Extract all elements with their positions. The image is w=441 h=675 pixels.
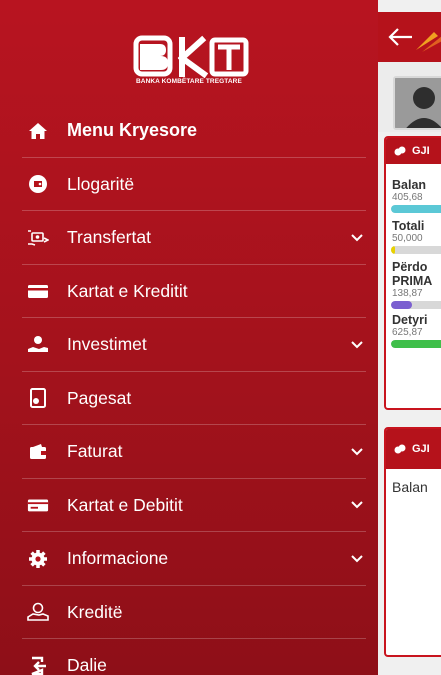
menu-item-payments[interactable]: Pagesat (0, 372, 378, 425)
menu-item-label: Dalie (67, 655, 107, 675)
brand-swoosh-icon (416, 32, 441, 52)
menu-item-label: Pagesat (67, 387, 132, 408)
investment-icon (27, 334, 49, 356)
card-title: GJI (412, 145, 430, 157)
bank-name-caption: BANKA KOMBËTARE TREGTARE (136, 78, 242, 85)
menu-item-information[interactable]: Informacione (0, 532, 378, 586)
menu-item-main-menu[interactable]: Menu Kryesore (0, 104, 378, 158)
accounts-card: GJI Balan 405,68 Totali 50,000 Përdo PRI… (384, 136, 441, 410)
row-title: Përdo (392, 260, 428, 274)
progress-bar (391, 205, 441, 213)
card-header: GJI (386, 429, 441, 469)
back-arrow-icon[interactable] (386, 26, 414, 48)
row-value: 138,87 (392, 288, 423, 299)
row-title-line2: PRIMA (392, 274, 433, 288)
menu-item-accounts[interactable]: Llogaritë (0, 158, 378, 211)
card-header: GJI (386, 138, 441, 164)
bill-wallet-icon (27, 441, 49, 463)
top-app-bar (378, 12, 441, 62)
progress-bar (391, 301, 441, 309)
menu-item-label: Kartat e Debitit (67, 494, 183, 515)
second-card: GJI Balan (384, 427, 441, 657)
loan-hand-icon (27, 601, 49, 623)
home-icon (27, 120, 49, 142)
menu-item-label: Investimet (67, 334, 147, 355)
menu-item-transfers[interactable]: Transfertat (0, 211, 378, 265)
menu-item-invoices[interactable]: Faturat (0, 425, 378, 479)
row-value: 625,87 (392, 327, 423, 338)
menu-item-label: Kreditë (67, 601, 123, 622)
card-title: GJI (412, 443, 430, 455)
transfer-icon (27, 227, 49, 249)
row-title: Totali (392, 219, 425, 233)
coins-icon (394, 444, 406, 454)
logout-icon (27, 655, 49, 675)
row-value: 50,000 (392, 233, 423, 244)
row-title: Balan (392, 178, 427, 192)
progress-bar (391, 340, 441, 348)
menu-item-debit-cards[interactable]: Kartat e Debitit (0, 479, 378, 532)
drawer-menu: Menu Kryesore Llogaritë Transfertat Kart… (0, 104, 378, 675)
payment-icon (27, 387, 49, 409)
menu-item-investments[interactable]: Investimet (0, 318, 378, 372)
coins-icon (394, 146, 406, 156)
profile-header (378, 62, 441, 132)
menu-item-label: Transfertat (67, 227, 151, 248)
row-title: Detyri (392, 313, 428, 327)
chevron-down-icon (351, 234, 363, 242)
chevron-down-icon (351, 341, 363, 349)
chevron-down-icon (351, 448, 363, 456)
chevron-down-icon (351, 501, 363, 509)
menu-item-label: Faturat (67, 441, 123, 462)
menu-item-label: Llogaritë (67, 173, 135, 194)
menu-item-label: Menu Kryesore (67, 120, 198, 141)
debit-card-icon (27, 494, 49, 516)
main-content-peek: GJI Balan 405,68 Totali 50,000 Përdo PRI… (378, 0, 441, 675)
card-body-text: Balan (392, 479, 428, 495)
credit-card-icon (27, 280, 49, 302)
menu-item-logout[interactable]: Dalie (0, 639, 378, 675)
avatar[interactable] (393, 76, 441, 130)
menu-item-label: Informacione (67, 548, 169, 569)
gear-icon (27, 548, 49, 570)
navigation-drawer: BANKA KOMBËTARE TREGTARE Menu Kryesore L… (0, 0, 378, 675)
menu-item-label: Kartat e Kreditit (67, 280, 188, 301)
menu-item-credit-cards[interactable]: Kartat e Kreditit (0, 265, 378, 318)
progress-bar (391, 246, 441, 254)
row-value: 405,68 (392, 192, 423, 203)
menu-item-loans[interactable]: Kreditë (0, 586, 378, 639)
chevron-down-icon (351, 555, 363, 563)
wallet-icon (27, 173, 49, 195)
